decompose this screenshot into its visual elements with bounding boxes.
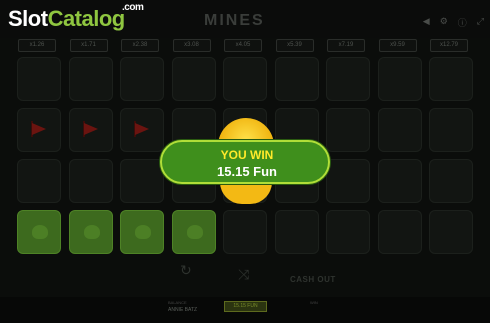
mine-tile[interactable] <box>377 159 422 203</box>
mine-tile[interactable] <box>429 108 473 152</box>
mine-tile[interactable] <box>377 57 422 101</box>
win-amount: 15.15 Fun <box>217 164 277 179</box>
random-icon[interactable]: ⤨ <box>238 266 249 283</box>
bet-value-box[interactable]: 15.15 FUN <box>224 301 267 312</box>
mine-tile[interactable] <box>274 210 319 254</box>
mine-tile[interactable] <box>17 57 61 101</box>
win-title: YOU WIN <box>220 148 274 162</box>
mine-tile[interactable] <box>326 108 370 152</box>
revealed-gem-tile[interactable] <box>17 210 61 254</box>
balance-label: BALANCE <box>168 300 187 305</box>
mine-tile[interactable] <box>429 159 473 203</box>
mine-tile[interactable] <box>17 159 61 203</box>
mine-tile[interactable] <box>377 210 422 254</box>
mine-tile[interactable] <box>326 159 370 203</box>
win-banner: YOU WIN 15.15 Fun <box>160 140 330 184</box>
revealed-gem-tile[interactable] <box>68 210 113 254</box>
mine-tile[interactable] <box>377 108 422 152</box>
mine-tile[interactable] <box>223 210 267 254</box>
mine-tile[interactable] <box>171 57 216 101</box>
mine-tile[interactable] <box>68 57 113 101</box>
flag-tile[interactable] <box>68 108 113 152</box>
win-label: WIN <box>310 300 318 305</box>
mine-tile[interactable] <box>274 57 319 101</box>
flag-icon <box>135 123 149 135</box>
mine-tile[interactable] <box>120 57 164 101</box>
mine-tile[interactable] <box>326 210 370 254</box>
mine-tile[interactable] <box>429 57 473 101</box>
flag-icon <box>32 123 46 135</box>
mine-tile[interactable] <box>68 159 113 203</box>
cash-out-button[interactable]: CASH OUT <box>290 275 336 284</box>
mine-tile[interactable] <box>223 57 267 101</box>
revealed-gem-tile[interactable] <box>120 210 164 254</box>
mine-tile[interactable] <box>326 57 370 101</box>
mine-tile[interactable] <box>429 210 473 254</box>
flag-tile[interactable] <box>17 108 61 152</box>
mine-tile[interactable] <box>120 159 164 203</box>
autoplay-icon[interactable]: ↻ <box>180 262 192 279</box>
revealed-gem-tile[interactable] <box>171 210 216 254</box>
flag-tile[interactable] <box>120 108 164 152</box>
balance-value: ANNIE BATZ <box>168 307 198 313</box>
flag-icon <box>83 123 98 135</box>
